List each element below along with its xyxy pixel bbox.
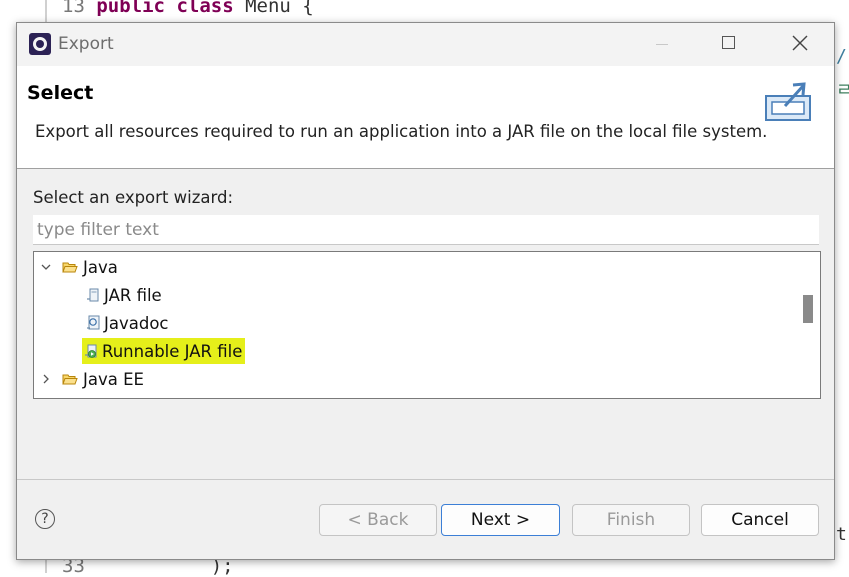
page-title: Select (27, 82, 94, 104)
folder-icon (62, 374, 78, 385)
dialog-titlebar[interactable]: Export (17, 23, 834, 66)
code-line-top: 13 public class Menu { (62, 0, 314, 16)
close-icon (792, 35, 808, 51)
javadoc-icon (87, 315, 100, 330)
filter-input[interactable] (33, 215, 819, 245)
back-button[interactable]: < Back (319, 504, 437, 536)
chevron-right-icon[interactable] (40, 373, 52, 385)
cancel-button[interactable]: Cancel (701, 504, 819, 536)
tree-item-jar-file[interactable]: JAR file (86, 283, 162, 307)
code-keyword: class (176, 0, 234, 17)
runnable-jar-icon (85, 344, 97, 358)
wizard-tree[interactable]: Java JAR file Javadoc Runnable JAR file … (33, 251, 821, 399)
jar-file-icon (87, 288, 99, 302)
tree-scrollbar[interactable] (796, 252, 820, 398)
scrollbar-thumb[interactable] (803, 295, 813, 323)
maximize-icon (722, 36, 735, 49)
code-fragment: ㄹ (836, 80, 849, 101)
tree-item-javadoc[interactable]: Javadoc (86, 311, 169, 335)
next-button[interactable]: Next > (441, 504, 560, 536)
folder-icon (62, 262, 78, 273)
code-fragment: t. (836, 524, 849, 545)
tree-item-runnable-jar-file[interactable]: Runnable JAR file (82, 338, 246, 364)
wizard-list-label: Select an export wizard: (33, 188, 234, 207)
dialog-title: Export (58, 34, 114, 54)
tree-node-label: Java EE (83, 369, 144, 389)
minimize-icon (656, 44, 668, 45)
line-number: 13 (62, 0, 85, 17)
close-button[interactable] (771, 23, 827, 66)
page-description: Export all resources required to run an … (35, 122, 768, 141)
tree-item-label: Javadoc (104, 313, 169, 333)
chevron-down-icon[interactable] (40, 261, 52, 273)
minimize-button[interactable] (634, 23, 690, 66)
code-keyword: public (96, 0, 165, 17)
maximize-button[interactable] (701, 23, 757, 66)
tree-node-label: Java (83, 257, 118, 277)
wizard-header: Select Export all resources required to … (17, 66, 834, 169)
eclipse-icon (29, 33, 51, 55)
help-icon[interactable]: ? (35, 509, 55, 529)
tree-node-java[interactable]: Java (38, 255, 118, 279)
footer-divider (17, 479, 834, 480)
code-text: Menu { (245, 0, 314, 17)
tree-item-label: Runnable JAR file (102, 341, 243, 361)
export-wizard-icon (765, 82, 811, 121)
wizard-body: Select an export wizard: Java (17, 169, 834, 479)
finish-button[interactable]: Finish (572, 504, 690, 536)
tree-item-label: JAR file (104, 285, 162, 305)
export-dialog: Export Select Export all resources requi… (16, 22, 835, 560)
code-fragment: / (836, 46, 847, 67)
tree-node-java-ee[interactable]: Java EE (38, 367, 144, 391)
